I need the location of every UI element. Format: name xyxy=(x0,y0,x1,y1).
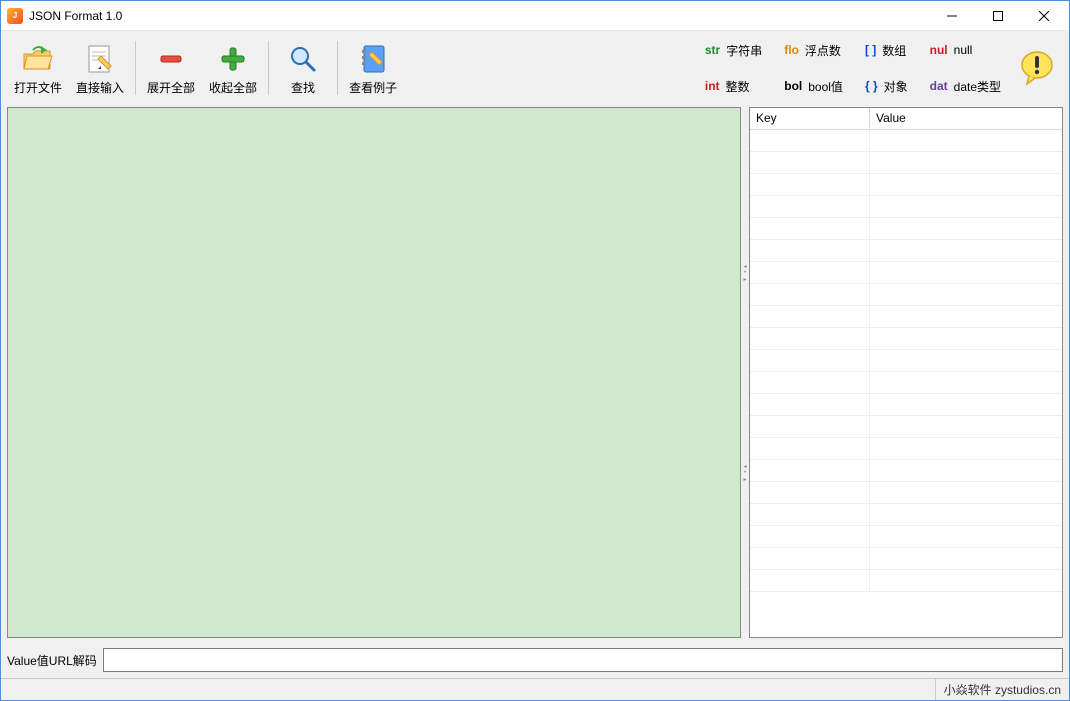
close-button[interactable] xyxy=(1021,1,1067,31)
splitter-grip-top[interactable]: ◂•▸ xyxy=(742,263,748,283)
legend-dat-label: date类型 xyxy=(954,78,1001,95)
table-row[interactable] xyxy=(750,350,1062,372)
expand-all-button[interactable]: 展开全部 xyxy=(140,35,202,101)
open-file-label: 打开文件 xyxy=(14,79,62,96)
url-decode-bar: Value值URL解码 xyxy=(1,644,1069,678)
table-row[interactable] xyxy=(750,196,1062,218)
url-decode-label: Value值URL解码 xyxy=(7,652,97,669)
legend-flo-tag: flo xyxy=(784,43,799,57)
collapse-all-label: 收起全部 xyxy=(209,79,257,96)
search-icon xyxy=(285,41,321,77)
type-legend: str 字符串 flo 浮点数 [ ] 数组 nul null int 整数 b… xyxy=(699,31,1007,105)
open-file-button[interactable]: 打开文件 xyxy=(7,35,69,101)
table-row[interactable] xyxy=(750,130,1062,152)
table-row[interactable] xyxy=(750,240,1062,262)
legend-obj-tag: { } xyxy=(865,79,878,93)
url-decode-input[interactable] xyxy=(103,648,1063,672)
legend-arr-tag: [ ] xyxy=(865,43,876,57)
table-row[interactable] xyxy=(750,328,1062,350)
legend-str: str 字符串 xyxy=(705,35,762,65)
table-row[interactable] xyxy=(750,460,1062,482)
table-row[interactable] xyxy=(750,526,1062,548)
legend-dat-tag: dat xyxy=(930,79,948,93)
status-credit: 小焱软件 zystudios.cn xyxy=(935,679,1061,700)
toolbar: 打开文件 直接输入 展开全部 xyxy=(1,31,1069,105)
legend-flo: flo 浮点数 xyxy=(784,35,843,65)
legend-bol-tag: bol xyxy=(784,79,802,93)
table-row[interactable] xyxy=(750,306,1062,328)
kv-body[interactable] xyxy=(750,130,1062,637)
kv-header: Key Value xyxy=(750,108,1062,130)
toolbar-separator xyxy=(337,41,338,95)
legend-int: int 整数 xyxy=(705,71,762,101)
splitter-grip-bottom[interactable]: ◂•▸ xyxy=(742,463,748,483)
legend-nul-tag: nul xyxy=(930,43,948,57)
table-row[interactable] xyxy=(750,372,1062,394)
json-tree-panel[interactable] xyxy=(7,107,741,638)
legend-obj-label: 对象 xyxy=(884,78,908,95)
legend-obj: { } 对象 xyxy=(865,71,908,101)
window-title: JSON Format 1.0 xyxy=(29,9,122,23)
collapse-all-button[interactable]: 收起全部 xyxy=(202,35,264,101)
table-row[interactable] xyxy=(750,438,1062,460)
app-window: J JSON Format 1.0 打开文件 xyxy=(0,0,1070,701)
view-example-button[interactable]: 查看例子 xyxy=(342,35,404,101)
find-label: 查找 xyxy=(291,79,315,96)
direct-input-label: 直接输入 xyxy=(76,79,124,96)
minus-icon xyxy=(153,41,189,77)
legend-bol-label: bool值 xyxy=(808,78,843,95)
key-value-panel: Key Value xyxy=(749,107,1063,638)
legend-nul: nul null xyxy=(930,35,1001,65)
toolbar-separator xyxy=(135,41,136,95)
table-row[interactable] xyxy=(750,482,1062,504)
notebook-icon xyxy=(355,41,391,77)
table-row[interactable] xyxy=(750,174,1062,196)
legend-flo-label: 浮点数 xyxy=(805,42,841,59)
table-row[interactable] xyxy=(750,570,1062,592)
folder-open-icon xyxy=(20,41,56,77)
main-area: ◂•▸ ◂•▸ Key Value xyxy=(1,105,1069,644)
legend-bol: bol bool值 xyxy=(784,71,843,101)
kv-header-value[interactable]: Value xyxy=(870,108,1062,129)
legend-dat: dat date类型 xyxy=(930,71,1001,101)
table-row[interactable] xyxy=(750,394,1062,416)
splitter[interactable]: ◂•▸ ◂•▸ xyxy=(741,107,749,638)
legend-nul-label: null xyxy=(954,43,973,57)
find-button[interactable]: 查找 xyxy=(273,35,333,101)
legend-arr: [ ] 数组 xyxy=(865,35,908,65)
maximize-button[interactable] xyxy=(975,1,1021,31)
edit-document-icon xyxy=(82,41,118,77)
status-bar: 小焱软件 zystudios.cn xyxy=(1,678,1069,700)
table-row[interactable] xyxy=(750,548,1062,570)
table-row[interactable] xyxy=(750,504,1062,526)
table-row[interactable] xyxy=(750,152,1062,174)
view-example-label: 查看例子 xyxy=(349,79,397,96)
title-bar: J JSON Format 1.0 xyxy=(1,1,1069,31)
table-row[interactable] xyxy=(750,284,1062,306)
table-row[interactable] xyxy=(750,262,1062,284)
toolbar-separator xyxy=(268,41,269,95)
expand-all-label: 展开全部 xyxy=(147,79,195,96)
table-row[interactable] xyxy=(750,218,1062,240)
legend-str-tag: str xyxy=(705,43,720,57)
plus-icon xyxy=(215,41,251,77)
legend-int-label: 整数 xyxy=(726,78,750,95)
table-row[interactable] xyxy=(750,416,1062,438)
app-icon: J xyxy=(7,8,23,24)
legend-str-label: 字符串 xyxy=(726,42,762,59)
legend-int-tag: int xyxy=(705,79,720,93)
kv-header-key[interactable]: Key xyxy=(750,108,870,129)
minimize-button[interactable] xyxy=(929,1,975,31)
legend-arr-label: 数组 xyxy=(882,42,906,59)
alert-icon[interactable] xyxy=(1017,48,1057,88)
direct-input-button[interactable]: 直接输入 xyxy=(69,35,131,101)
